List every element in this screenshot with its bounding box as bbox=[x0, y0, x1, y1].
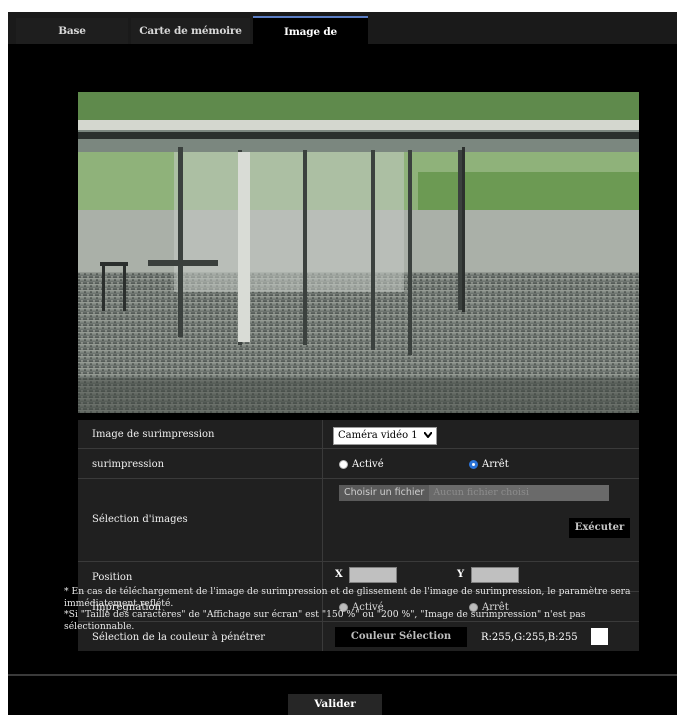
camera-preview[interactable] bbox=[78, 92, 639, 413]
choose-file-button[interactable]: Choisir un fichier bbox=[339, 485, 430, 501]
overlay-panel: Image de surimpression Caméra vidéo 1 su… bbox=[18, 44, 667, 672]
notes: * En cas de téléchargement de l'image de… bbox=[64, 586, 649, 632]
overlay-image-label: Image de surimpression bbox=[92, 429, 215, 440]
tab-sd-memory-card[interactable]: Carte de mémoire SD bbox=[131, 18, 250, 63]
y-label: Y bbox=[457, 569, 465, 580]
overlay-off-label: Arrêt bbox=[482, 459, 509, 470]
tab-overlay-image[interactable]: Image de surimpression bbox=[253, 16, 368, 66]
row-overlay: surimpression Activé Arrêt bbox=[78, 449, 639, 479]
note-2: *Si "Taille des caractères" de "Affichag… bbox=[64, 609, 586, 632]
tab-bar: Base Carte de mémoire SD Image de surimp… bbox=[8, 12, 677, 66]
transparent-color-label: Sélection de la couleur à pénétrer bbox=[92, 632, 266, 643]
camera-preview-image bbox=[78, 92, 639, 413]
overlay-on-label: Activé bbox=[352, 459, 384, 470]
x-label: X bbox=[335, 569, 343, 580]
file-status: Aucun fichier choisi bbox=[429, 485, 609, 501]
radio-icon bbox=[339, 460, 348, 469]
tab-base[interactable]: Base bbox=[16, 18, 128, 44]
radio-selected-icon bbox=[469, 460, 478, 469]
overlay-label: surimpression bbox=[92, 459, 165, 470]
overlay-off-radio[interactable]: Arrêt bbox=[469, 459, 509, 470]
settings-window: Base Carte de mémoire SD Image de surimp… bbox=[8, 12, 677, 715]
row-image-selection: Sélection d'images Choisir un fichier Au… bbox=[78, 479, 639, 562]
note-1: * En cas de téléchargement de l'image de… bbox=[64, 586, 631, 609]
y-input[interactable] bbox=[471, 567, 519, 583]
submit-button[interactable]: Valider bbox=[288, 694, 382, 715]
overlay-on-radio[interactable]: Activé bbox=[339, 459, 384, 470]
file-input[interactable]: Choisir un fichier Aucun fichier choisi bbox=[339, 485, 609, 501]
image-selection-label: Sélection d'images bbox=[92, 514, 188, 525]
x-input[interactable] bbox=[349, 567, 397, 583]
row-overlay-image: Image de surimpression Caméra vidéo 1 bbox=[78, 420, 639, 449]
color-value: R:255,G:255,B:255 bbox=[481, 632, 578, 643]
camera-select-value: Caméra vidéo 1 bbox=[338, 430, 418, 441]
chevron-down-icon bbox=[422, 428, 433, 444]
camera-select[interactable]: Caméra vidéo 1 bbox=[333, 427, 437, 445]
position-label: Position bbox=[92, 572, 133, 583]
footer: Valider bbox=[8, 674, 677, 715]
execute-button[interactable]: Exécuter bbox=[569, 518, 630, 538]
